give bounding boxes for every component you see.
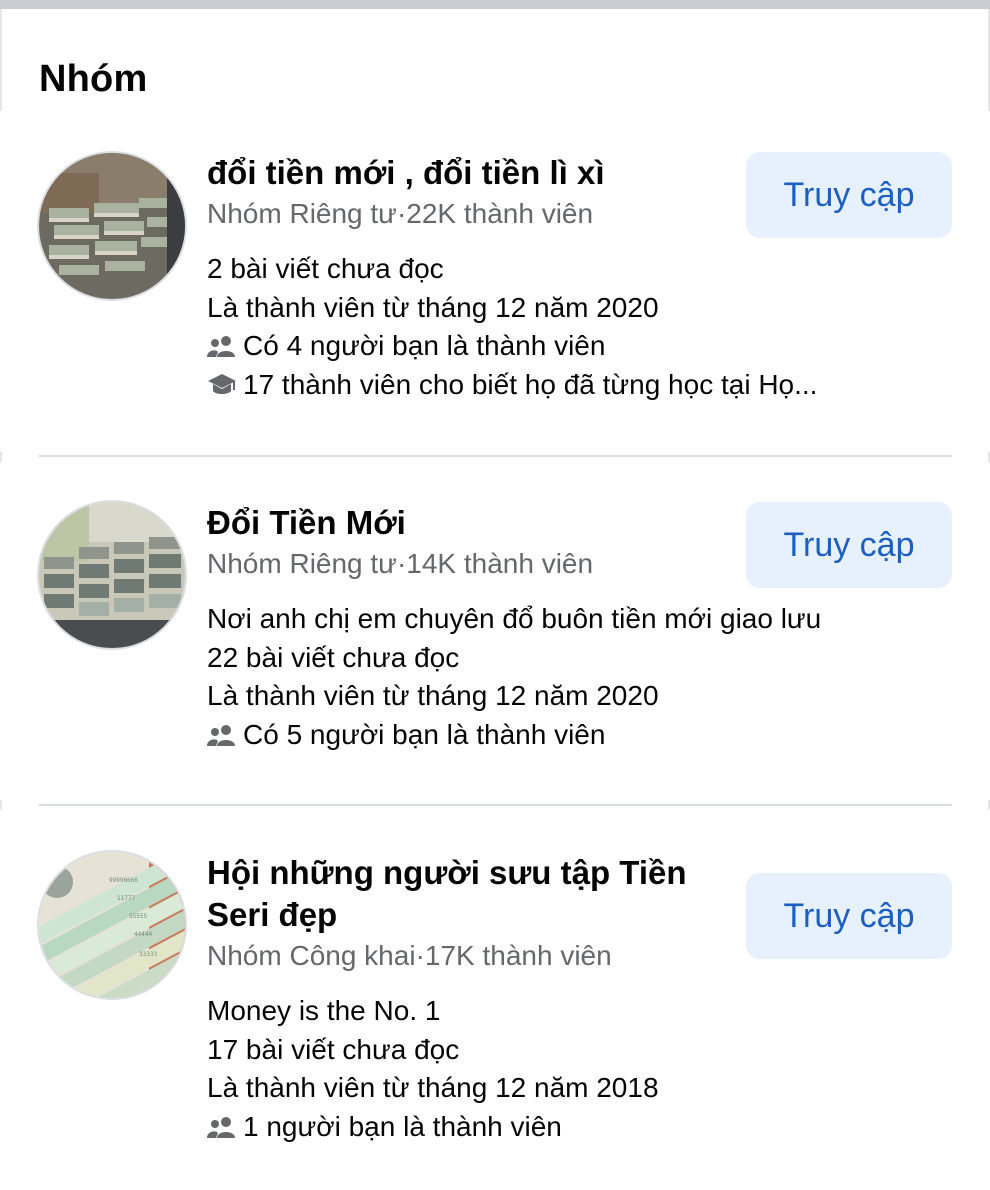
friends-icon (207, 1115, 237, 1139)
group-member-count: 17K thành viên (424, 940, 612, 971)
detail-unread-posts: 17 bài viết chưa đọc (207, 1033, 460, 1065)
detail-friends: Có 4 người bạn là thành viên (207, 327, 727, 366)
group-privacy: Nhóm Riêng tư (207, 198, 397, 229)
group-details: Nơi anh chị em chuyên đổ buôn tiền mới g… (207, 600, 822, 755)
meta-separator: · (396, 548, 407, 579)
group-meta: Nhóm Riêng tư·22K thành viên (207, 196, 727, 232)
visit-group-button[interactable]: Truy cập (746, 502, 952, 588)
svg-text:11777: 11777 (117, 895, 135, 902)
group-divider (39, 455, 952, 457)
group-avatar[interactable]: 99996666 11777 55555 44444 33333 (39, 852, 185, 998)
detail-education: 17 thành viên cho biết họ đã từng học tạ… (207, 366, 817, 405)
meta-separator: · (396, 198, 407, 229)
detail-description: Money is the No. 1 (207, 995, 441, 1026)
card-edge-left (0, 9, 2, 111)
group-divider (39, 804, 952, 806)
group-member-count: 22K thành viên (406, 198, 594, 229)
graduation-cap-icon (207, 373, 237, 397)
detail-member-since: Là thành viên từ tháng 12 năm 2020 (207, 680, 659, 711)
group-privacy: Nhóm Riêng tư (207, 548, 397, 579)
svg-text:44444: 44444 (134, 931, 152, 938)
group-details: 2 bài viết chưa đọc Là thành viên từ thá… (207, 250, 817, 405)
group-name[interactable]: đổi tiền mới , đổi tiền lì xì (207, 152, 727, 194)
top-scroll-edge (0, 0, 990, 9)
group-avatar[interactable] (39, 153, 185, 299)
group-privacy: Nhóm Công khai (207, 940, 416, 971)
group-avatar[interactable] (39, 502, 185, 648)
card-edge-left (0, 800, 2, 810)
group-meta: Nhóm Riêng tư·14K thành viên (207, 546, 727, 582)
group-name[interactable]: Hội những người sưu tập Tiền Seri đẹp (207, 852, 727, 936)
group-name[interactable]: Đổi Tiền Mới (207, 502, 727, 544)
group-details: Money is the No. 1 17 bài viết chưa đọc … (207, 992, 727, 1146)
card-edge-left (0, 452, 2, 462)
svg-text:55555: 55555 (129, 913, 147, 920)
detail-unread-posts: 2 bài viết chưa đọc (207, 253, 444, 284)
friends-icon (207, 334, 237, 358)
detail-member-since: Là thành viên từ tháng 12 năm 2018 (207, 1072, 659, 1103)
detail-friends: 1 người bạn là thành viên (207, 1108, 727, 1147)
group-meta: Nhóm Công khai·17K thành viên (207, 938, 727, 974)
detail-friends: Có 5 người bạn là thành viên (207, 716, 727, 755)
svg-text:99996666: 99996666 (109, 877, 138, 884)
visit-group-button[interactable]: Truy cập (746, 873, 952, 959)
detail-unread-posts: 22 bài viết chưa đọc (207, 641, 460, 673)
detail-member-since: Là thành viên từ tháng 12 năm 2020 (207, 291, 659, 323)
friends-icon (207, 723, 237, 747)
detail-description: Nơi anh chị em chuyên đổ buôn tiền mới g… (207, 603, 822, 634)
visit-group-button[interactable]: Truy cập (746, 152, 952, 238)
meta-separator: · (415, 940, 425, 971)
group-member-count: 14K thành viên (406, 548, 594, 579)
svg-text:33333: 33333 (139, 951, 157, 958)
section-title: Nhóm (39, 58, 148, 100)
